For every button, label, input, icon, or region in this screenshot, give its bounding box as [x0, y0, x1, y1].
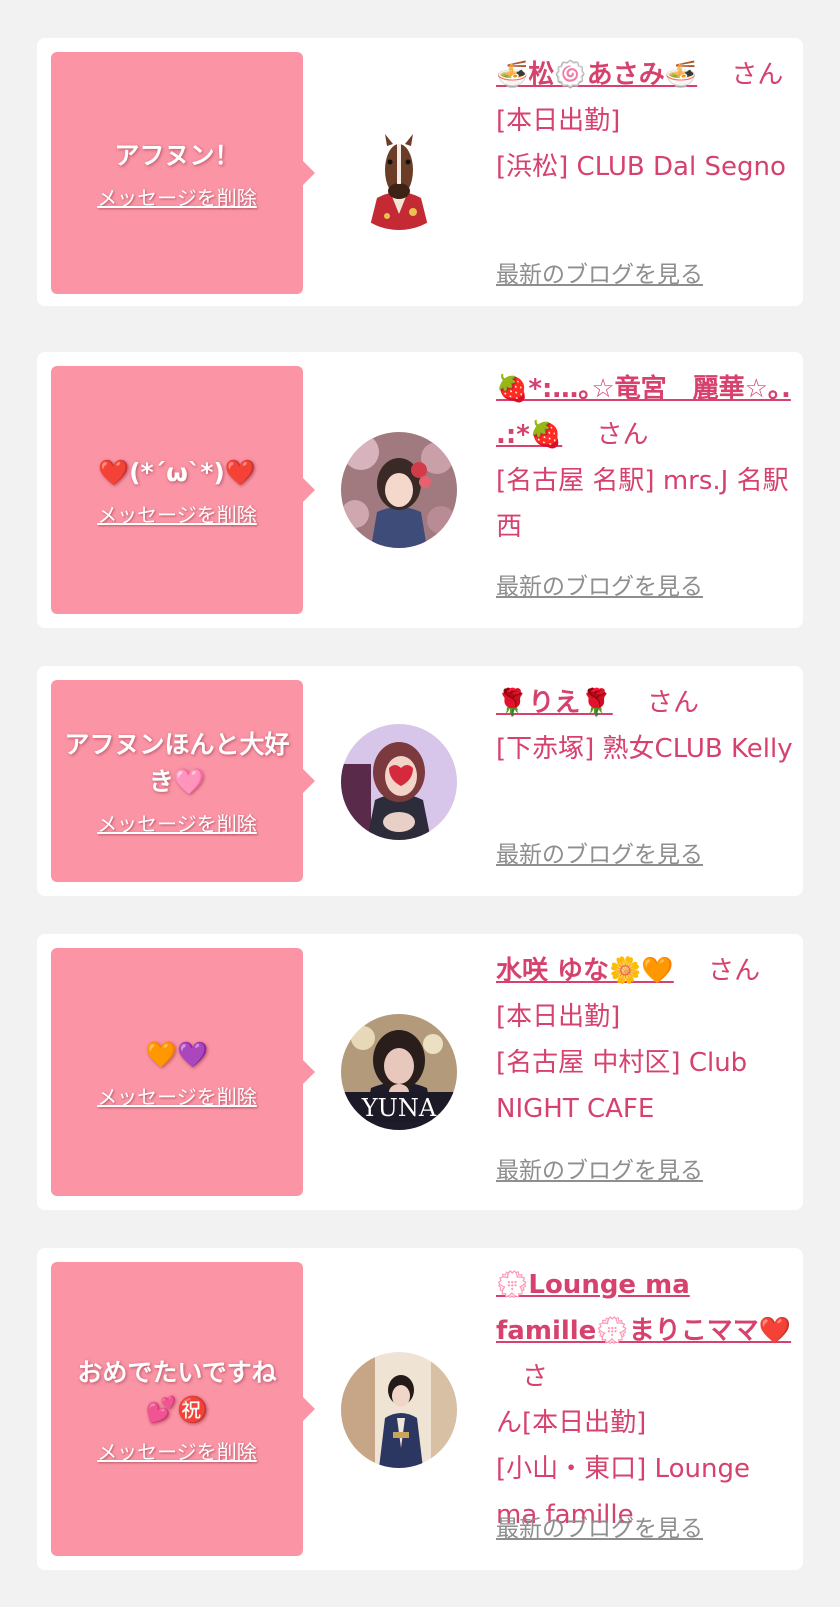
delete-message-link[interactable]: メッセージを削除 — [97, 503, 257, 527]
work-status: [本日出勤] — [496, 106, 621, 136]
shop-label: [浜松] CLUB Dal Segno — [496, 152, 786, 182]
view-latest-blog-link[interactable]: 最新のブログを見る — [496, 260, 703, 290]
view-latest-blog-link[interactable]: 最新のブログを見る — [496, 840, 703, 870]
message-text: おめでたいですね💕㊗️ — [77, 1358, 277, 1424]
girl-name-link[interactable]: 🍜松🍥あさみ🍜 — [496, 60, 697, 90]
girl-name-link[interactable]: 🌹りえ🌹 — [496, 688, 613, 718]
girl-info: 水咲 ゆな🌼🧡 さん [本日出勤] [名古屋 中村区] Club NIGHT C… — [496, 948, 796, 1132]
message-card: 🧡💜 メッセージを削除 YUNA 水咲 ゆな🌼🧡 さん [本日出勤] [名古屋 … — [37, 934, 803, 1210]
delete-message-link[interactable]: メッセージを削除 — [97, 186, 257, 210]
honorific: さん — [596, 420, 649, 450]
message-card: アフヌン！ メッセージを削除 🍜松🍥あさみ🍜 さん [本日出勤] [浜松] CL… — [37, 38, 803, 306]
delete-message-link[interactable]: メッセージを削除 — [97, 1440, 257, 1464]
message-text: アフヌン！ — [114, 140, 240, 170]
girl-name-link[interactable]: 水咲 ゆな🌼🧡 — [496, 956, 674, 986]
work-status: [本日出勤] — [496, 1002, 621, 1032]
shop-label: [下赤塚] 熟女CLUB Kelly — [496, 734, 793, 764]
honorific: さん — [731, 60, 784, 90]
girl-info: 🌹りえ🌹 さん [下赤塚] 熟女CLUB Kelly — [496, 680, 796, 772]
girl-info: 🍓*:…｡☆竜宮 麗華☆｡. .:*🍓 さん [名古屋 名駅] mrs.J 名駅… — [496, 366, 796, 550]
girl-name-link[interactable]: 💮Lounge ma famille💮まりこママ❤️ — [496, 1270, 791, 1346]
avatar-caption: YUNA — [361, 1094, 437, 1122]
honorific: さん — [708, 956, 761, 986]
shop-label: [名古屋 中村区] Club NIGHT CAFE — [496, 1048, 748, 1124]
delete-message-link[interactable]: メッセージを削除 — [97, 812, 257, 836]
avatar[interactable]: YUNA — [341, 1014, 457, 1130]
message-bubble: アフヌンほんと大好き🩷 メッセージを削除 — [51, 680, 315, 882]
message-bubble: ❤️(*´ω`*)❤️ メッセージを削除 — [51, 366, 315, 614]
avatar[interactable] — [341, 1352, 457, 1468]
message-text: ❤️(*´ω`*)❤️ — [98, 457, 256, 487]
view-latest-blog-link[interactable]: 最新のブログを見る — [496, 1514, 703, 1544]
honorific: さ — [522, 1362, 549, 1392]
avatar[interactable] — [341, 114, 457, 230]
shop-label: [名古屋 名駅] mrs.J 名駅西 — [496, 466, 789, 542]
girl-info: 💮Lounge ma famille💮まりこママ❤️ さ ん[本日出勤] [小山… — [496, 1262, 796, 1538]
view-latest-blog-link[interactable]: 最新のブログを見る — [496, 572, 703, 602]
message-text: 🧡💜 — [145, 1039, 209, 1069]
message-bubble: アフヌン！ メッセージを削除 — [51, 52, 315, 294]
message-card: おめでたいですね💕㊗️ メッセージを削除 💮Lounge ma famille💮… — [37, 1248, 803, 1570]
view-latest-blog-link[interactable]: 最新のブログを見る — [496, 1156, 703, 1186]
message-card: アフヌンほんと大好き🩷 メッセージを削除 🌹りえ🌹 さん [下赤塚] 熟女CLU… — [37, 666, 803, 896]
message-text: アフヌンほんと大好き🩷 — [64, 730, 290, 796]
honorific: さん — [647, 688, 700, 718]
work-status: ん[本日出勤] — [496, 1408, 647, 1438]
avatar[interactable] — [341, 432, 457, 548]
avatar[interactable] — [341, 724, 457, 840]
message-card: ❤️(*´ω`*)❤️ メッセージを削除 🍓*:…｡☆竜宮 麗華☆｡. .:*🍓… — [37, 352, 803, 628]
girl-info: 🍜松🍥あさみ🍜 さん [本日出勤] [浜松] CLUB Dal Segno — [496, 52, 796, 190]
message-bubble: おめでたいですね💕㊗️ メッセージを削除 — [51, 1262, 315, 1556]
message-bubble: 🧡💜 メッセージを削除 — [51, 948, 315, 1196]
delete-message-link[interactable]: メッセージを削除 — [97, 1085, 257, 1109]
message-list: アフヌン！ メッセージを削除 🍜松🍥あさみ🍜 さん [本日出勤] [浜松] CL… — [0, 0, 840, 1607]
